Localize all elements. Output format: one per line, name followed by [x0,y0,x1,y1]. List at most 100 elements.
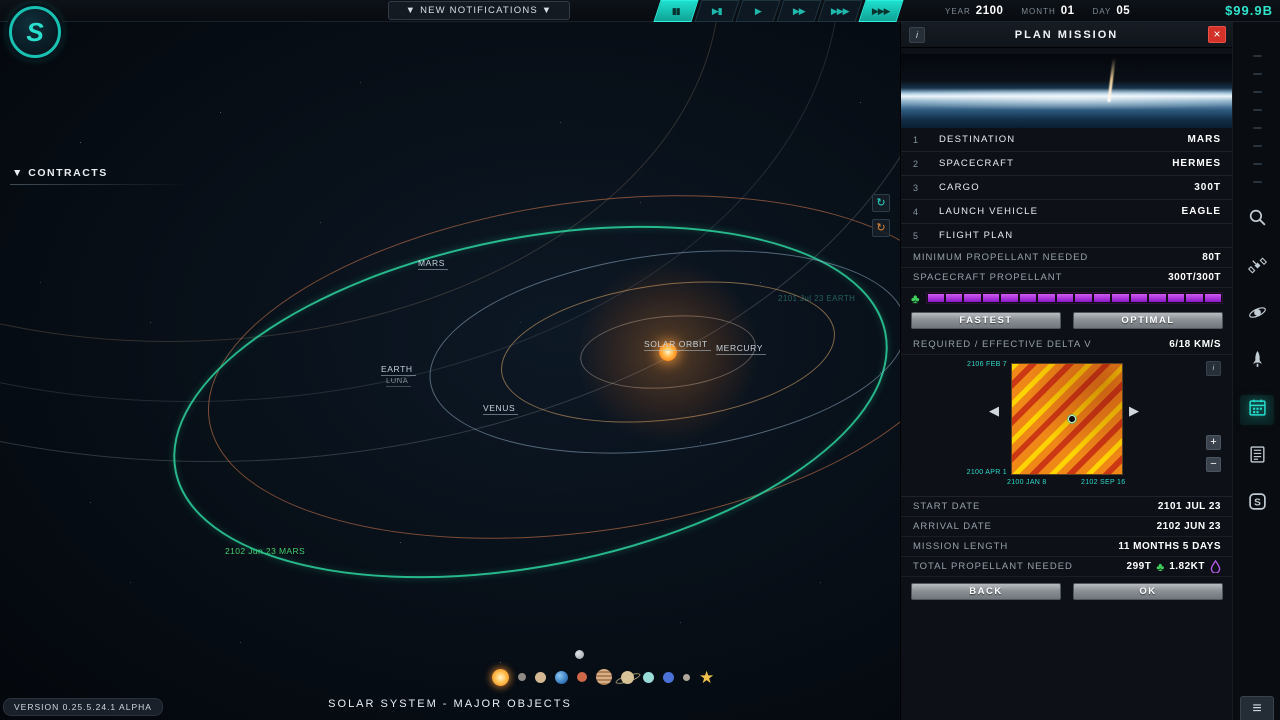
close-button[interactable]: × [1208,26,1226,43]
month-value: 01 [1061,5,1075,17]
step-value: EAGLE [1182,206,1221,217]
faster-button[interactable]: ▶▶▶ [817,0,862,22]
earth-horizon [901,88,1233,110]
refresh-button[interactable]: ↻ [872,194,890,212]
sidebar-item-reports[interactable] [1240,442,1274,472]
fast-forward-icon: ▶▶ [793,6,805,17]
month-label: MONTH [1021,7,1055,16]
skip-icon: ▶▮ [712,6,722,17]
porkchop-plot[interactable] [1011,363,1123,475]
sidebar-item-search[interactable] [1240,205,1274,235]
step-flight-plan[interactable]: 5 FLIGHT PLAN [901,224,1233,248]
zoom-out-button[interactable]: − [1206,457,1221,472]
mission-image [901,54,1233,128]
company-logo[interactable]: S [9,6,61,58]
delta-v-value: 6/18 KM/S [1169,339,1221,350]
porkchop-xstart-label: 2100 JAN 8 [1007,479,1047,486]
favorites-star-icon[interactable]: ★ [699,669,714,686]
new-notifications-button[interactable]: ▼ NEW NOTIFICATIONS ▼ [388,1,570,20]
day-display: DAY 05 [1093,5,1131,17]
tool-sidebar: S ≡ [1232,22,1280,720]
sidebar-item-mission-planner[interactable] [1240,395,1274,425]
fast-button[interactable]: ▶▶ [776,0,821,22]
delta-v-label: REQUIRED / EFFECTIVE DELTA V [913,339,1092,350]
porkchop-next-button[interactable]: ▶ [1129,403,1139,419]
zoom-in-button[interactable]: + [1206,435,1221,450]
pause-icon: ▮▮ [672,6,680,17]
arrival-date-value: 2102 JUN 23 [1157,521,1221,532]
spacecraft-propellant-value: 300T/300T [1168,272,1221,283]
fastest-button[interactable]: ▶▶▶ [858,0,903,22]
venus-label[interactable]: VENUS [483,403,518,415]
step-spacecraft[interactable]: 2 SPACECRAFT HERMES [901,152,1233,176]
play-button[interactable]: ▶ [735,0,780,22]
sidebar-item-corporation[interactable]: S [1240,489,1274,519]
solar-system-map[interactable]: MARS EARTH LUNA VENUS MERCURY SOLAR ORBI… [0,22,900,720]
year-display: YEAR 2100 [945,5,1003,17]
year-label: YEAR [945,7,971,16]
moon-icon[interactable] [575,650,584,659]
document-icon [1248,445,1267,469]
step-cargo[interactable]: 3 CARGO 300T [901,176,1233,200]
fastest-forward-icon: ▶▶▶ [872,6,890,17]
mercury-label[interactable]: MERCURY [716,343,766,355]
propellant-slider[interactable] [926,292,1223,304]
ok-button[interactable]: OK [1073,583,1223,600]
sun-icon[interactable] [492,669,509,686]
year-value: 2100 [976,5,1004,17]
jupiter-icon[interactable] [596,669,612,685]
sidebar-tick [1253,163,1262,165]
arrival-date-row: ARRIVAL DATE 2102 JUN 23 [901,517,1233,537]
back-button[interactable]: BACK [911,583,1061,600]
earth-icon[interactable] [555,671,568,684]
propellant-icon: ♣ [911,292,920,305]
mission-length-label: MISSION LENGTH [913,541,1008,552]
pluto-icon[interactable] [683,674,690,681]
total-propellant-mass: 299T [1127,561,1152,572]
contracts-divider [10,184,190,185]
min-propellant-label: MINIMUM PROPELLANT NEEDED [913,252,1088,263]
transfer-departure-label: 2101 Jul 23 EARTH [778,294,855,303]
droplet-icon [1210,560,1221,573]
menu-button[interactable]: ≡ [1240,696,1274,720]
sidebar-tick [1253,73,1262,75]
step-label: FLIGHT PLAN [939,230,1013,241]
contracts-toggle[interactable]: ▼ CONTRACTS [12,167,108,179]
pause-button[interactable]: ▮▮ [653,0,698,22]
solar-orbit-label[interactable]: SOLAR ORBIT [644,339,711,351]
skip-button[interactable]: ▶▮ [694,0,739,22]
mars-label[interactable]: MARS [418,258,448,270]
luna-label[interactable]: LUNA [386,376,411,387]
earth-label[interactable]: EARTH [381,364,416,376]
start-date-value: 2101 JUL 23 [1158,501,1221,512]
mars-icon[interactable] [577,672,587,682]
step-destination[interactable]: 1 DESTINATION MARS [901,128,1233,152]
porkchop-prev-button[interactable]: ◀ [989,403,999,419]
venus-icon[interactable] [535,672,546,683]
step-value: 300T [1194,182,1221,193]
step-number: 5 [913,231,939,241]
optimal-button[interactable]: OPTIMAL [1073,312,1223,329]
step-value: HERMES [1172,158,1221,169]
top-bar: ▼ NEW NOTIFICATIONS ▼ ▮▮ ▶▮ ▶ ▶▶ ▶▶▶ ▶▶▶… [0,0,1280,22]
revert-button[interactable]: ↻ [872,219,890,237]
total-propellant-row: TOTAL PROPELLANT NEEDED 299T ♣ 1.82KT [901,557,1233,577]
sidebar-item-rockets[interactable] [1240,347,1274,377]
uranus-icon[interactable] [643,672,654,683]
sidebar-item-satellites[interactable] [1240,253,1274,283]
mission-length-row: MISSION LENGTH 11 MONTHS 5 DAYS [901,537,1233,557]
info-button[interactable]: i [909,27,925,43]
step-launch-vehicle[interactable]: 4 LAUNCH VEHICLE EAGLE [901,200,1233,224]
porkchop-section: 2106 FEB 7 2100 APR 1 2100 JAN 8 2102 SE… [901,355,1233,497]
mission-length-value: 11 MONTHS 5 DAYS [1118,541,1221,552]
sidebar-item-orbits[interactable] [1240,300,1274,330]
neptune-icon[interactable] [663,672,674,683]
panel-body: 1 DESTINATION MARS 2 SPACECRAFT HERMES 3… [901,128,1233,606]
saturn-icon[interactable] [621,671,634,684]
fastest-button[interactable]: FASTEST [911,312,1061,329]
porkchop-info-button[interactable]: i [1206,361,1221,376]
panel-title: PLAN MISSION [901,22,1232,48]
day-label: DAY [1093,7,1112,16]
mercury-icon[interactable] [518,673,526,681]
step-number: 2 [913,159,939,169]
